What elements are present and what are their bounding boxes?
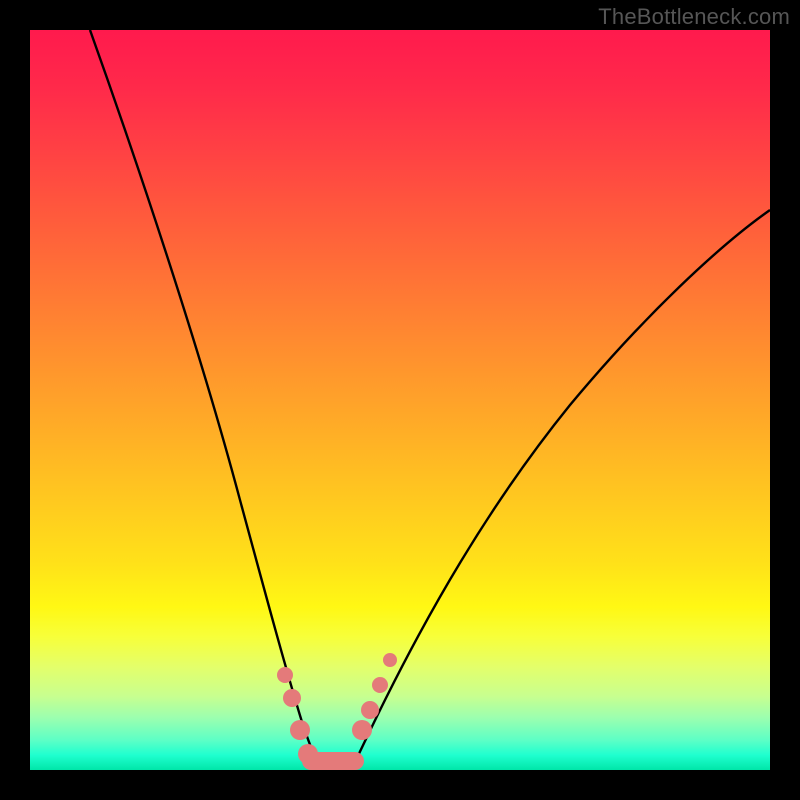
data-marker	[352, 720, 372, 740]
data-marker	[298, 744, 318, 764]
data-marker	[383, 653, 397, 667]
data-marker	[283, 689, 301, 707]
data-marker	[361, 701, 379, 719]
chart-plot-area	[30, 30, 770, 770]
watermark-text: TheBottleneck.com	[598, 4, 790, 30]
bottleneck-curve-left	[90, 30, 320, 768]
chart-svg	[30, 30, 770, 770]
chart-frame: TheBottleneck.com	[0, 0, 800, 800]
bottleneck-curve-right	[352, 210, 770, 768]
data-marker	[277, 667, 293, 683]
data-marker	[290, 720, 310, 740]
data-marker	[372, 677, 388, 693]
